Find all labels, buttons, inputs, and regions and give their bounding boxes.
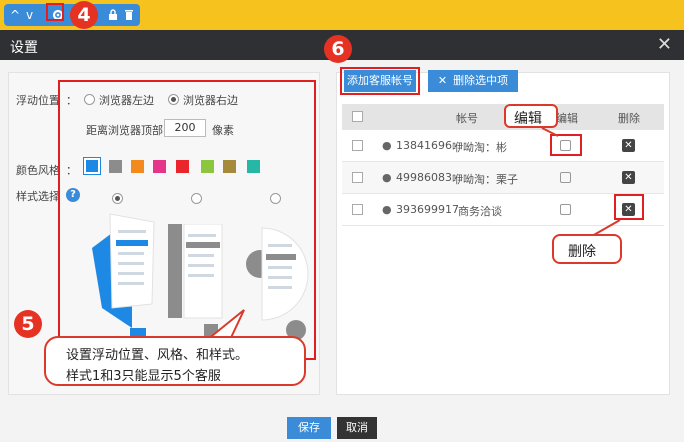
cancel-button[interactable]: 取消 [337, 417, 377, 439]
edit-icon[interactable] [560, 204, 571, 215]
delete-callout: 删除 [552, 234, 622, 264]
row-checkbox[interactable] [352, 172, 363, 183]
table-row: ● 49986083 咿呦淘：栗子 ✕ [342, 162, 664, 194]
move-down-icon[interactable]: v [26, 7, 33, 23]
settings-dialog: 设置 ✕ 浮动位置 ： 浏览器左边 浏览器右边 距离浏览器顶部 200 像素 颜… [0, 30, 684, 442]
table-row: ● 13841696 咿呦淘：彬 ✕ [342, 130, 664, 162]
select-all-checkbox[interactable] [352, 111, 363, 122]
col-delete: 删除 [618, 112, 640, 125]
color-style-label: 颜色风格 [16, 164, 60, 177]
qq-icon: ● [382, 203, 392, 216]
qq-icon: ● [382, 171, 392, 184]
delete-highlight-box [614, 194, 644, 220]
callout-line-1: 设置浮动位置、风格、和样式。 [66, 348, 249, 363]
lock-icon[interactable] [108, 9, 118, 21]
appearance-callout: 设置浮动位置、风格、和样式。 样式1和3只能显示5个客服 [44, 336, 306, 386]
gear-highlight-box [46, 3, 64, 21]
row-checkbox[interactable] [352, 140, 363, 151]
step-badge-4: 4 [70, 1, 98, 29]
style-select-label: 样式选择 [16, 190, 60, 203]
qq-icon: ● [382, 139, 392, 152]
edit-callout-pointer [541, 127, 559, 137]
delete-selected-button[interactable]: ✕ 删除选中项 [428, 70, 518, 92]
add-button-highlight [340, 67, 420, 95]
callout-line-2: 样式1和3只能显示5个客服 [66, 369, 221, 384]
appearance-highlight-box [58, 80, 316, 360]
close-icon[interactable]: ✕ [657, 34, 672, 55]
save-button[interactable]: 保存 [287, 417, 331, 439]
step-badge-6: 6 [324, 35, 352, 63]
dialog-title: 设置 [10, 40, 38, 56]
account-qq: 49986083 [396, 171, 452, 184]
col-account: 帐号 [456, 112, 478, 125]
float-position-label: 浮动位置 [16, 94, 60, 107]
account-name: 咿呦淘：彬 [452, 141, 507, 154]
move-up-icon[interactable]: ^ [10, 7, 20, 23]
delete-icon[interactable]: ✕ [622, 171, 635, 184]
account-qq: 13841696 [396, 139, 452, 152]
account-name: 咿呦淘：栗子 [452, 173, 518, 186]
account-name: 商务洽谈 [458, 205, 502, 218]
row-checkbox[interactable] [352, 204, 363, 215]
edit-callout-text: 编辑 [514, 111, 542, 127]
account-qq: 393699917 [396, 203, 459, 216]
account-table-header: 帐号 编辑 删除 [342, 104, 664, 130]
step-badge-5: 5 [14, 310, 42, 338]
delete-icon[interactable]: ✕ [622, 139, 635, 152]
close-icon: ✕ [437, 74, 448, 87]
delete-selected-label: 删除选中项 [453, 74, 509, 87]
edit-callout: 编辑 [504, 104, 558, 128]
delete-callout-text: 删除 [568, 244, 596, 260]
edit-icon[interactable] [560, 172, 571, 183]
trash-icon[interactable] [124, 8, 134, 21]
col-edit: 编辑 [556, 112, 578, 125]
